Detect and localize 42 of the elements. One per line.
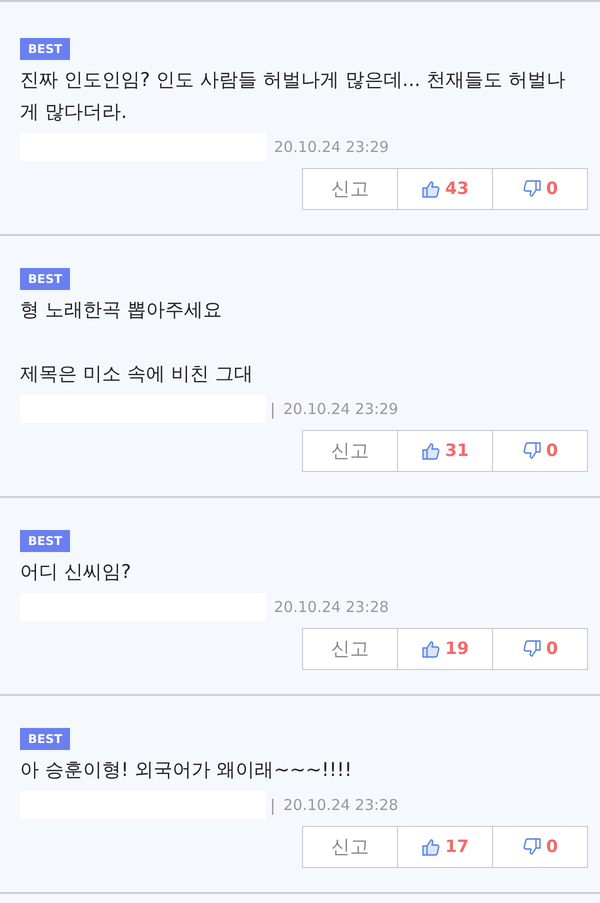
thumbs-up-icon <box>421 837 442 857</box>
like-count: 17 <box>445 837 469 857</box>
dislike-count: 0 <box>546 441 558 461</box>
comment-text: 어디 신씨임? <box>20 560 132 585</box>
like-count: 31 <box>445 441 469 461</box>
comment-date: 20.10.24 23:28 <box>283 796 398 814</box>
comment-date: 20.10.24 23:29 <box>283 400 398 418</box>
report-button[interactable]: 신고 <box>302 168 398 210</box>
dislike-count: 0 <box>546 639 558 659</box>
comment-text: 형 노래한곡 뽑아주세요 제목은 미소 속에 비친 그대 <box>20 298 254 387</box>
dislike-button[interactable]: 0 <box>492 168 588 210</box>
separator: | <box>270 400 276 418</box>
dislike-count: 0 <box>546 179 558 199</box>
report-button[interactable]: 신고 <box>302 628 398 670</box>
comment-date: 20.10.24 23:28 <box>274 598 389 616</box>
best-badge: BEST <box>20 530 70 552</box>
comment-text: 아 승훈이형! 외국어가 왜이래~~~!!!! <box>20 758 353 783</box>
separator: | <box>270 796 276 814</box>
best-badge: BEST <box>20 728 70 750</box>
thumbs-down-icon <box>522 639 542 659</box>
thumbs-up-icon <box>421 441 442 461</box>
dislike-button[interactable]: 0 <box>492 430 588 472</box>
thumbs-down-icon <box>522 441 542 461</box>
report-button[interactable]: 신고 <box>302 430 398 472</box>
thumbs-up-icon <box>421 639 442 659</box>
like-count: 43 <box>445 179 469 199</box>
like-button[interactable]: 31 <box>397 430 493 472</box>
like-button[interactable]: 43 <box>397 168 493 210</box>
best-badge: BEST <box>20 38 70 60</box>
dislike-count: 0 <box>546 837 558 857</box>
dislike-button[interactable]: 0 <box>492 628 588 670</box>
dislike-button[interactable]: 0 <box>492 826 588 868</box>
thumbs-up-icon <box>421 179 442 199</box>
report-button[interactable]: 신고 <box>302 826 398 868</box>
like-count: 19 <box>445 639 469 659</box>
comment-date: 20.10.24 23:29 <box>274 138 389 156</box>
like-button[interactable]: 19 <box>397 628 493 670</box>
best-badge: BEST <box>20 268 70 290</box>
like-button[interactable]: 17 <box>397 826 493 868</box>
comment-text: 진짜 인도인임? 인도 사람들 허벌나게 많은데... 천재들도 허벌나게 많다더라. <box>20 68 566 125</box>
thumbs-down-icon <box>522 179 542 199</box>
thumbs-down-icon <box>522 837 542 857</box>
